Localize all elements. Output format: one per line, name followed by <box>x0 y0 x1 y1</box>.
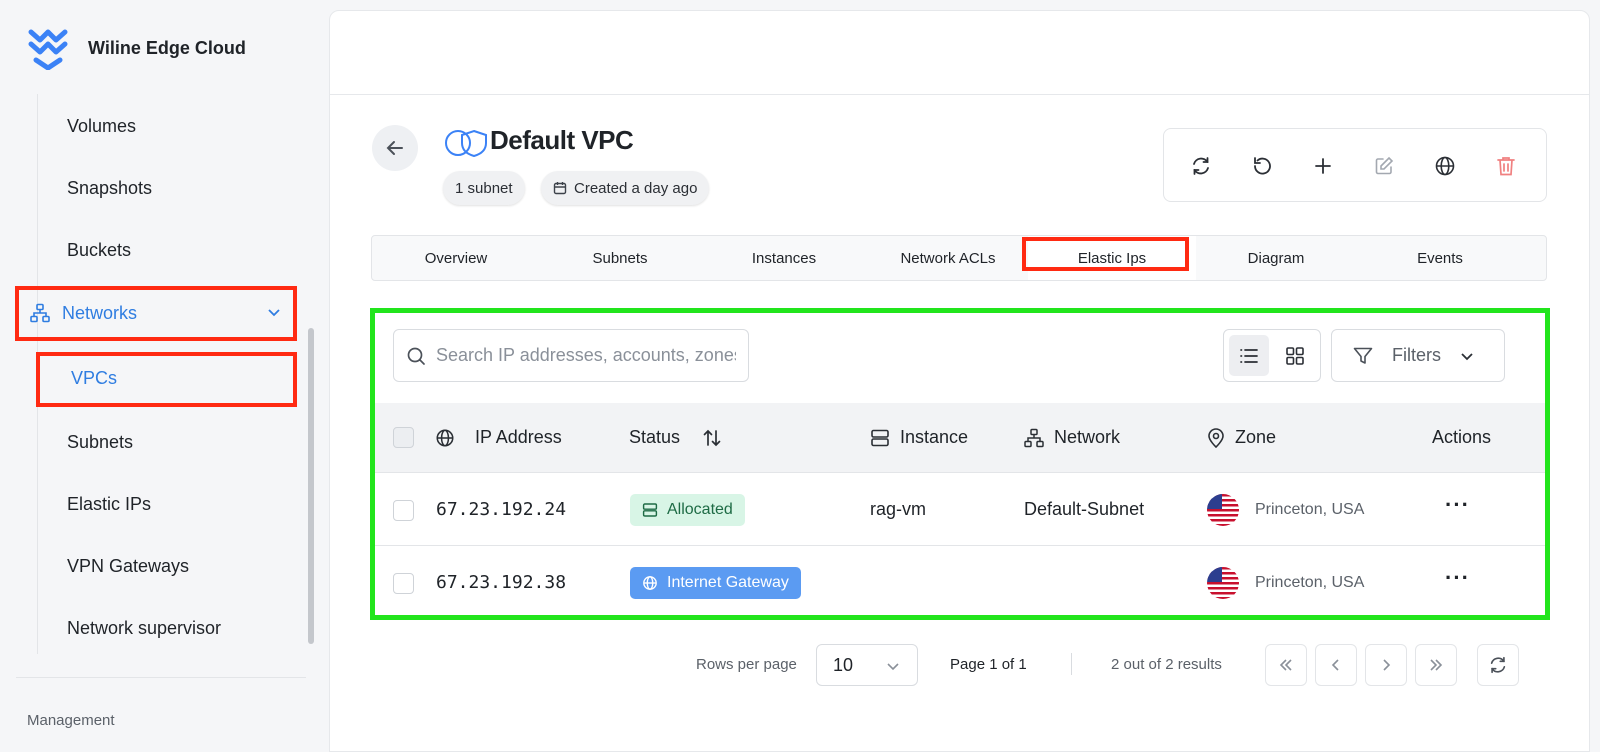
main-panel: Default VPC 1 subnet Created a day ago O… <box>329 10 1590 752</box>
tab-network-acls[interactable]: Network ACLs <box>864 236 1032 280</box>
sidebar-item-subnets[interactable]: Subnets <box>67 432 133 453</box>
sidebar-item-snapshots[interactable]: Snapshots <box>67 178 152 199</box>
back-button[interactable] <box>372 125 418 171</box>
refresh-table-button[interactable] <box>1477 644 1519 686</box>
reset-button[interactable] <box>1247 151 1277 181</box>
delete-button[interactable] <box>1491 151 1521 181</box>
page-title: Default VPC <box>490 125 634 155</box>
highlight-elastic-ips-table <box>370 308 1550 620</box>
pagination-divider <box>1071 653 1072 675</box>
chevron-right-icon <box>1383 659 1391 671</box>
sidebar-item-network-supervisor[interactable]: Network supervisor <box>67 618 221 639</box>
wiline-logo-icon <box>28 29 68 70</box>
sidebar: Wiline Edge Cloud Volumes Snapshots Buck… <box>0 0 320 752</box>
first-page-button[interactable] <box>1265 644 1307 686</box>
edit-button[interactable] <box>1369 151 1399 181</box>
sidebar-item-volumes[interactable]: Volumes <box>67 116 136 137</box>
highlight-vpcs <box>36 352 297 407</box>
rows-per-page-value: 10 <box>833 654 854 675</box>
highlight-networks <box>15 286 297 341</box>
vpc-shield-icon <box>445 129 487 158</box>
created-text: Created a day ago <box>574 179 698 197</box>
sidebar-section-management: Management <box>27 712 115 729</box>
tab-instances[interactable]: Instances <box>700 236 868 280</box>
tab-overview[interactable]: Overview <box>372 236 540 280</box>
sidebar-scrollbar[interactable] <box>308 328 314 644</box>
plus-icon <box>1315 158 1331 174</box>
tab-events[interactable]: Events <box>1356 236 1524 280</box>
globe-icon <box>1435 156 1455 176</box>
refresh-icon <box>1193 157 1209 175</box>
tab-bar: Overview Subnets Instances Network ACLs … <box>371 235 1547 281</box>
sidebar-item-elastic-ips[interactable]: Elastic IPs <box>67 494 151 515</box>
results-count: 2 out of 2 results <box>1111 656 1222 673</box>
trash-icon <box>1497 157 1515 176</box>
highlight-elastic-ips-tab <box>1022 237 1189 271</box>
created-chip: Created a day ago <box>541 171 710 205</box>
action-toolbar <box>1163 128 1547 202</box>
tab-diagram[interactable]: Diagram <box>1192 236 1360 280</box>
arrow-left-icon <box>386 141 403 155</box>
rows-per-page-label: Rows per page <box>696 656 797 673</box>
subnet-count-text: 1 subnet <box>455 179 513 197</box>
sidebar-item-vpn-gateways[interactable]: VPN Gateways <box>67 556 189 577</box>
top-bar <box>330 11 1589 95</box>
rows-per-page-select[interactable]: 10 <box>816 644 918 686</box>
chevron-left-icon <box>1331 659 1339 671</box>
page-info: Page 1 of 1 <box>950 656 1027 673</box>
add-button[interactable] <box>1308 151 1338 181</box>
chevrons-right-icon <box>1430 659 1443 671</box>
globe-button[interactable] <box>1430 151 1460 181</box>
app-name: Wiline Edge Cloud <box>88 37 246 58</box>
last-page-button[interactable] <box>1415 644 1457 686</box>
tab-subnets[interactable]: Subnets <box>536 236 704 280</box>
chevron-down-icon <box>887 663 899 671</box>
subnet-count-chip: 1 subnet <box>443 171 525 205</box>
next-page-button[interactable] <box>1365 644 1407 686</box>
rotate-ccw-icon <box>1254 157 1271 175</box>
refresh-button[interactable] <box>1186 151 1216 181</box>
app-logo[interactable]: Wiline Edge Cloud <box>28 26 246 70</box>
sidebar-item-buckets[interactable]: Buckets <box>67 240 131 261</box>
calendar-icon <box>553 182 567 195</box>
chevrons-left-icon <box>1279 659 1292 671</box>
refresh-icon <box>1490 656 1506 674</box>
edit-icon <box>1375 156 1394 175</box>
sidebar-divider <box>16 677 306 678</box>
prev-page-button[interactable] <box>1315 644 1357 686</box>
